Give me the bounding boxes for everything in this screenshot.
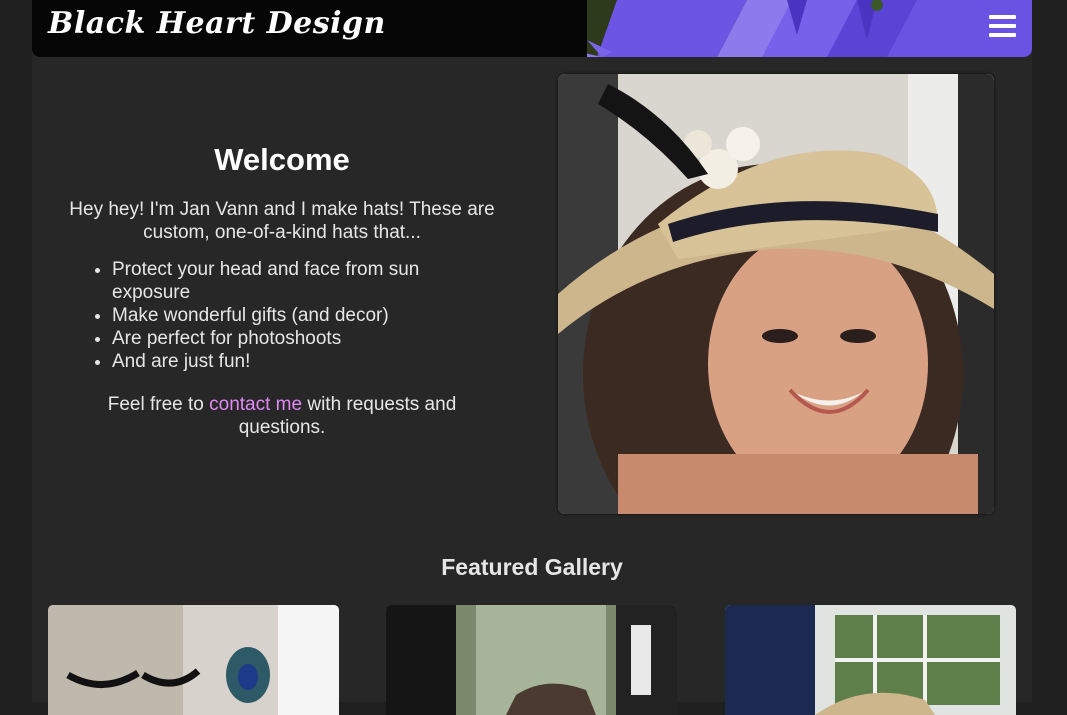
gallery-thumbnail[interactable] — [386, 605, 677, 715]
contact-prefix: Feel free to — [107, 394, 210, 415]
gallery-thumbnail[interactable] — [725, 605, 1016, 715]
contact-paragraph: Feel free to contact me with requests an… — [64, 393, 500, 439]
contact-link[interactable]: contact me — [209, 394, 302, 415]
list-item: Protect your head and face from sun expo… — [112, 258, 500, 304]
welcome-section: Welcome Hey hey! I'm Jan Vann and I make… — [64, 140, 500, 439]
menu-bar — [989, 15, 1016, 19]
menu-bar — [989, 33, 1016, 37]
hamburger-menu-icon[interactable] — [989, 15, 1016, 38]
site-header: Black Heart Design — [32, 0, 1032, 57]
menu-bar — [989, 24, 1016, 28]
welcome-title: Welcome — [214, 142, 350, 177]
list-item: Make wonderful gifts (and decor) — [112, 304, 500, 327]
list-item: Are perfect for photoshoots — [112, 327, 500, 350]
header-flower-image — [587, 0, 1032, 57]
gallery-title: Featured Gallery — [441, 554, 623, 580]
features-list: Protect your head and face from sun expo… — [112, 258, 500, 373]
list-item: And are just fun! — [112, 350, 500, 373]
brand-logo[interactable]: Black Heart Design — [48, 6, 386, 41]
welcome-intro: Hey hey! I'm Jan Vann and I make hats! T… — [69, 199, 495, 243]
gallery-thumbnail[interactable] — [48, 605, 339, 715]
portrait-image — [558, 74, 994, 514]
